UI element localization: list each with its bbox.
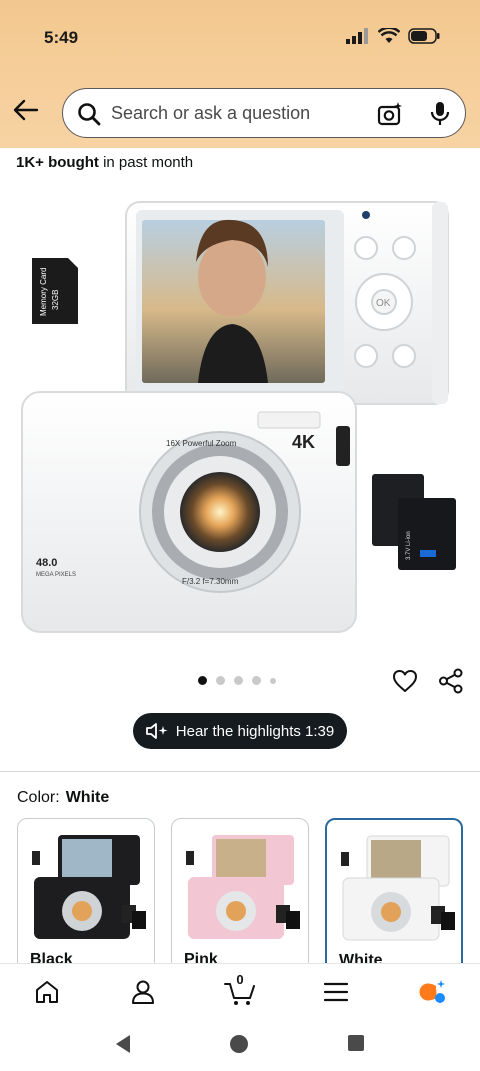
bought-count: 1K+ bought — [16, 154, 99, 171]
arrow-left-icon — [13, 99, 39, 121]
section-divider — [0, 771, 480, 772]
memory-card-text: Memory Card — [39, 268, 48, 316]
swatch-black[interactable]: Black — [17, 818, 155, 964]
image-carousel-dots — [198, 676, 276, 685]
nav-rufus-ai[interactable] — [414, 974, 450, 1010]
lens-text-bottom: F/3.2 f=7.30mm — [182, 577, 239, 586]
lens-text-top: 16X Powerful Zoom — [166, 439, 237, 448]
memory-card: Memory Card 32GB — [32, 258, 78, 324]
speaker-sparkle-icon — [145, 723, 168, 739]
share-button[interactable] — [438, 668, 464, 699]
cart-count: 0 — [236, 972, 244, 987]
status-icons — [346, 28, 440, 44]
share-icon — [439, 668, 463, 694]
bottom-navigation: 0 — [0, 963, 480, 1017]
carousel-dot[interactable] — [216, 676, 225, 685]
camera-front: 4K 16X Powerful Zoom F/3.2 f=7.30mm 48.0… — [21, 391, 357, 633]
system-back-icon[interactable] — [113, 1034, 133, 1054]
search-placeholder: Search or ask a question — [111, 103, 311, 123]
swatch-white[interactable]: White — [325, 818, 463, 964]
battery-text: 3.7V Li-ion — [406, 531, 412, 560]
carousel-dot[interactable] — [234, 676, 243, 685]
status-time: 5:49 — [44, 28, 79, 47]
search-row: Search or ask a question — [0, 86, 480, 140]
highlights-label: Hear the highlights 1:39 — [175, 722, 335, 740]
heart-icon — [393, 670, 417, 692]
system-recents-icon[interactable] — [347, 1034, 365, 1052]
home-icon — [36, 981, 58, 1003]
carousel-dot[interactable] — [270, 677, 276, 684]
microphone-icon[interactable] — [429, 101, 451, 127]
camera-back: OK — [125, 201, 449, 405]
nav-home[interactable] — [29, 974, 65, 1010]
hamburger-menu-icon — [324, 982, 348, 1002]
battery-icon — [408, 28, 440, 44]
wishlist-button[interactable] — [392, 668, 418, 699]
memory-card-size: 32GB — [51, 290, 60, 310]
hear-highlights-button[interactable]: Hear the highlights 1:39 — [133, 713, 347, 749]
camera-product-illustration: Memory Card 32GB OK 4K 16X Powerful Zoom… — [21, 201, 456, 633]
wifi-icon — [378, 28, 400, 43]
swatch-thumbnail — [32, 835, 146, 939]
nav-cart[interactable]: 0 — [222, 972, 258, 1010]
social-proof: 1K+ bought in past month — [16, 154, 193, 171]
svg-text:OK: OK — [376, 298, 391, 309]
color-swatches: Black Pink White — [0, 818, 480, 964]
rufus-ai-icon — [419, 980, 445, 1003]
system-navigation-bar — [0, 1017, 480, 1071]
bought-suffix: in past month — [98, 154, 194, 171]
color-label: Color: — [17, 789, 60, 806]
status-bar: 5:49 — [0, 0, 480, 76]
product-image[interactable]: Memory Card 32GB OK 4K 16X Powerful Zoom… — [0, 182, 480, 652]
person-icon — [132, 980, 154, 1004]
swatch-thumbnail — [186, 835, 300, 939]
carousel-dot[interactable] — [252, 676, 261, 685]
batteries: 3.7V Li-ion — [372, 474, 456, 570]
back-button[interactable] — [10, 94, 42, 126]
color-value: White — [65, 789, 110, 806]
signal-icon — [346, 28, 368, 44]
carousel-dot[interactable] — [198, 676, 207, 685]
camera-lens — [180, 472, 260, 552]
system-home-icon[interactable] — [229, 1034, 249, 1054]
search-input[interactable]: Search or ask a question — [62, 88, 466, 138]
swatch-pink[interactable]: Pink — [171, 818, 309, 964]
color-selector-label: Color: White — [17, 789, 109, 807]
megapixels: 48.0 — [36, 557, 57, 569]
nav-account[interactable] — [125, 974, 161, 1010]
swatch-thumbnail — [341, 835, 455, 941]
app-header: 5:49 Search or ask a question — [0, 0, 480, 148]
nav-menu[interactable] — [318, 974, 354, 1010]
camera-search-icon[interactable] — [377, 101, 403, 127]
resolution-badge: 4K — [292, 432, 315, 452]
megapixels-label: MEGA PIXELS — [36, 572, 76, 578]
search-icon — [78, 103, 101, 126]
